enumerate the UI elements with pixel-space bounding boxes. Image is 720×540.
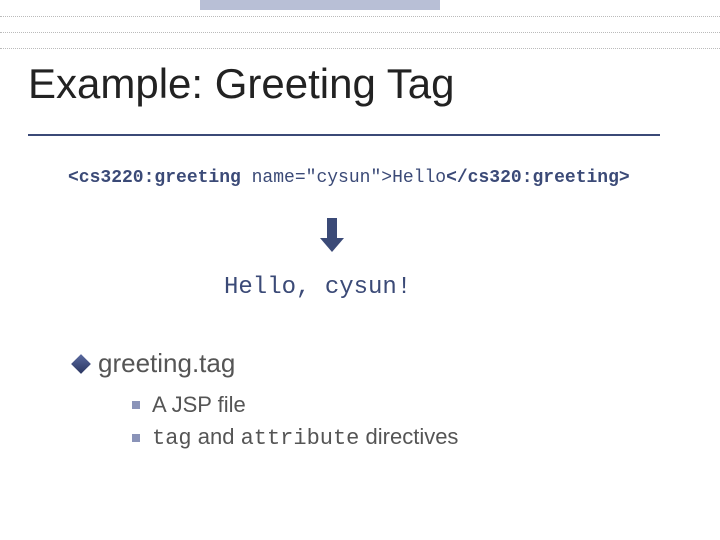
text-fragment: and	[198, 424, 241, 449]
sub-list-item: A JSP file	[132, 392, 458, 418]
dotted-rule	[0, 16, 720, 17]
square-bullet-icon	[132, 434, 140, 442]
slide-title: Example: Greeting Tag	[28, 60, 454, 108]
code-keyword: tag	[152, 426, 192, 451]
sub-list-item: tag and attribute directives	[132, 424, 458, 451]
code-body: Hello	[392, 168, 446, 188]
down-arrow-icon	[320, 218, 344, 252]
sub-list: A JSP file tag and attribute directives	[132, 392, 458, 457]
code-close-tag: </cs320:greeting>	[446, 168, 630, 188]
square-bullet-icon	[132, 401, 140, 409]
list-item: greeting.tag	[74, 348, 235, 379]
code-attr: name="cysun">	[241, 168, 392, 188]
output-text: Hello, cysun!	[224, 274, 411, 301]
dotted-rule	[0, 48, 720, 49]
text-fragment: directives	[366, 424, 459, 449]
code-keyword: attribute	[241, 426, 360, 451]
diamond-bullet-icon	[71, 354, 91, 374]
dotted-rule	[0, 32, 720, 33]
title-underline	[28, 134, 660, 136]
code-open-tag: <cs3220:greeting	[68, 168, 241, 188]
sub-list-item-label: tag and attribute directives	[152, 424, 458, 451]
code-example: <cs3220:greeting name="cysun">Hello</cs3…	[68, 168, 630, 188]
decorative-top-bar	[200, 0, 440, 10]
list-item-label: greeting.tag	[98, 348, 235, 379]
sub-list-item-label: A JSP file	[152, 392, 246, 418]
